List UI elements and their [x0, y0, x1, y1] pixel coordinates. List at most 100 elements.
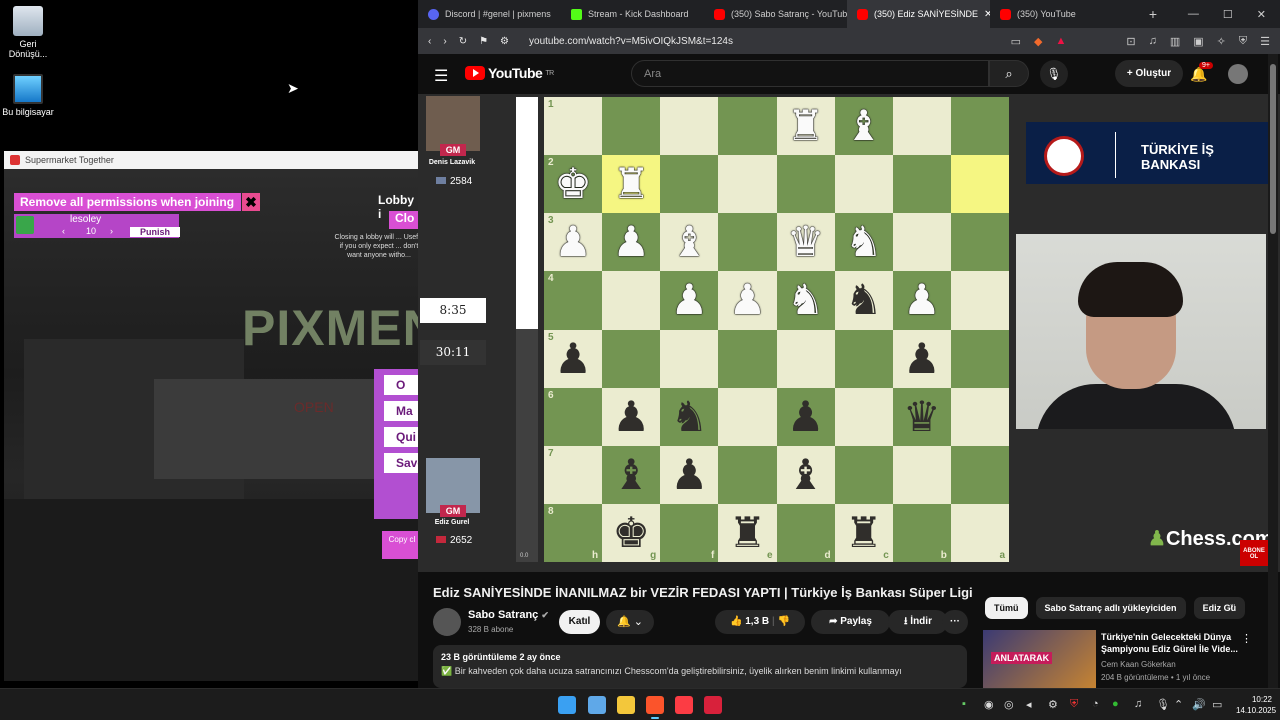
board-square[interactable]: ♟	[892, 271, 951, 330]
board-square[interactable]	[776, 155, 835, 214]
white-knight-icon[interactable]: ♞	[787, 279, 825, 321]
black-pawn-icon[interactable]: ♟	[612, 395, 650, 438]
tray-discord-icon[interactable]: ◔	[1092, 698, 1099, 710]
board-square[interactable]: g ♚	[602, 503, 661, 562]
join-button[interactable]: Katıl	[559, 610, 600, 634]
description-box[interactable]: 23 B görüntüleme 2 ay önce ✅ Bir kahvede…	[433, 645, 967, 688]
board-square[interactable]	[892, 155, 951, 214]
board-square[interactable]: ♝	[660, 213, 719, 272]
tab-discord[interactable]: Discord | #genel | pixmens	[418, 0, 561, 28]
board-square[interactable]: ♞	[834, 271, 893, 330]
hamburger-menu-icon[interactable]: ☰	[434, 66, 448, 86]
board-square[interactable]: ♝	[602, 445, 661, 504]
board-square[interactable]: 5 ♟	[544, 329, 603, 388]
board-square[interactable]: b	[892, 503, 951, 562]
board-square[interactable]: ♞	[660, 387, 719, 446]
board-square[interactable]: ♟	[660, 271, 719, 330]
board-square[interactable]: 1	[544, 97, 603, 156]
game-titlebar[interactable]: Supermarket Together	[4, 151, 418, 169]
more-options-icon[interactable]: ⋮	[1241, 632, 1252, 645]
chip-all[interactable]: Tümü	[985, 597, 1028, 619]
widgets-icon[interactable]	[588, 696, 606, 714]
board-square[interactable]: ♞	[834, 213, 893, 272]
white-pawn-icon[interactable]: ♟	[612, 221, 650, 263]
white-rook-icon[interactable]: ♜	[612, 163, 650, 205]
recommendation-thumbnail[interactable]: ANLATARAK	[983, 630, 1096, 688]
board-square[interactable]: 4	[544, 271, 603, 330]
board-square[interactable]	[718, 387, 777, 446]
board-square[interactable]	[892, 97, 951, 156]
back-icon[interactable]: ‹	[428, 36, 431, 47]
chess-board[interactable]: 1 ♜ ♝ 2 ♚ ♜ 3 ♟ ♟ ♝ ♛ ♞ 4 ♟ ♟ ♞ ♞ ♟ 5 ♟ ♟ 6 ♟ ♞ ♟ ♛ 7 ♝ ♟ ♝ 8 h g ♚ f e ♜ d c ♜…	[544, 97, 1009, 562]
microphone-icon[interactable]: 🎙	[1040, 60, 1068, 88]
black-pawn-icon[interactable]: ♟	[903, 337, 941, 380]
volume-icon[interactable]: 🔊	[1192, 698, 1206, 711]
tab-kick[interactable]: Stream - Kick Dashboard	[561, 0, 704, 28]
board-square[interactable]: ♞	[776, 271, 835, 330]
url-field[interactable]: youtube.com/watch?v=M5ivOIQkJSM&t=124s	[521, 36, 999, 47]
chevron-right-icon[interactable]: ›	[1230, 601, 1233, 612]
tray-settings-icon[interactable]: ⚙	[1048, 698, 1058, 711]
black-knight-icon[interactable]: ♞	[845, 279, 883, 321]
new-tab-button[interactable]: +	[1133, 6, 1173, 22]
game-app-icon[interactable]	[704, 696, 722, 714]
board-square[interactable]: ♛	[776, 213, 835, 272]
close-lobby-button[interactable]: Clo	[389, 211, 418, 229]
white-king-icon[interactable]: ♚	[554, 163, 592, 205]
file-explorer-icon[interactable]	[617, 696, 635, 714]
scrollbar-thumb[interactable]	[1270, 64, 1276, 234]
menu-item-options[interactable]: O	[384, 375, 418, 395]
recommendation-channel[interactable]: Cem Kaan Gökerkan	[1101, 660, 1176, 669]
remove-permissions-banner[interactable]: Remove all permissions when joining	[14, 193, 241, 211]
board-square[interactable]	[718, 213, 777, 272]
menu-item-quit[interactable]: Qui	[384, 427, 418, 447]
board-square[interactable]	[950, 271, 1009, 330]
board-square[interactable]	[660, 329, 719, 388]
media-icon[interactable]: ♫	[1149, 35, 1157, 48]
more-actions-button[interactable]: ···	[942, 610, 968, 634]
board-square[interactable]: a	[950, 503, 1009, 562]
sidebar-icon[interactable]: ▥	[1170, 35, 1180, 48]
brave-browser-icon[interactable]	[646, 696, 664, 714]
black-king-icon[interactable]: ♚	[612, 511, 650, 554]
black-pawn-icon[interactable]: ♟	[554, 337, 592, 380]
game-window[interactable]: Supermarket Together PIXMEN OPEN Remove …	[4, 151, 418, 681]
recycle-bin-icon[interactable]: Geri Dönüşü...	[0, 6, 56, 59]
tray-obs-icon[interactable]: ◉	[984, 698, 994, 711]
like-button[interactable]: 👍 1,3 B	[730, 616, 769, 627]
black-rook-icon[interactable]: ♜	[729, 511, 767, 554]
reload-icon[interactable]: ↻	[459, 36, 467, 47]
black-bishop-icon[interactable]: ♝	[612, 453, 650, 496]
black-bishop-icon[interactable]: ♝	[787, 453, 825, 496]
menu-item-save[interactable]: Save	[384, 453, 418, 473]
white-queen-icon[interactable]: ♛	[787, 221, 825, 263]
start-icon[interactable]	[558, 696, 576, 714]
tray-arrow-icon[interactable]: ◂	[1026, 698, 1032, 711]
channel-avatar[interactable]	[433, 608, 461, 636]
black-queen-icon[interactable]: ♛	[903, 395, 941, 438]
recommendation-title[interactable]: Türkiye'nin Gelecekteki Dünya Şampiyonu …	[1101, 631, 1241, 655]
punish-button[interactable]: Punish	[130, 227, 180, 237]
minimize-icon[interactable]: —	[1188, 8, 1199, 21]
board-square[interactable]: ♟	[892, 329, 951, 388]
tab-youtube-channel[interactable]: (350) Sabo Satranç - YouTube	[704, 0, 847, 28]
wallet-icon[interactable]: ▣	[1193, 35, 1203, 48]
taskbar-clock[interactable]: 10:22 14.10.2025	[1236, 694, 1276, 716]
tab-youtube-home[interactable]: (350) YouTube	[990, 0, 1133, 28]
create-button[interactable]: + Oluştur	[1115, 60, 1183, 87]
bookmark-icon[interactable]: ⚑	[479, 36, 488, 47]
board-square[interactable]	[892, 445, 951, 504]
board-square[interactable]: 3 ♟	[544, 213, 603, 272]
board-square[interactable]: e ♜	[718, 503, 777, 562]
board-square[interactable]	[892, 213, 951, 272]
maximize-icon[interactable]: ☐	[1223, 8, 1233, 21]
forward-icon[interactable]: ›	[443, 36, 446, 47]
board-square[interactable]: ♟	[660, 445, 719, 504]
board-square[interactable]: ♝	[834, 97, 893, 156]
board-square[interactable]	[718, 445, 777, 504]
white-pawn-icon[interactable]: ♟	[903, 279, 941, 321]
vpn-icon[interactable]: ⛨	[1239, 35, 1247, 48]
game-scene[interactable]: PIXMEN OPEN Remove all permissions when …	[4, 169, 418, 681]
video-player[interactable]: GM Denis Lazavik 2584 8:35 30:11 GM Ediz…	[418, 94, 1280, 572]
chip-ediz[interactable]: Ediz Gü	[1193, 597, 1246, 619]
